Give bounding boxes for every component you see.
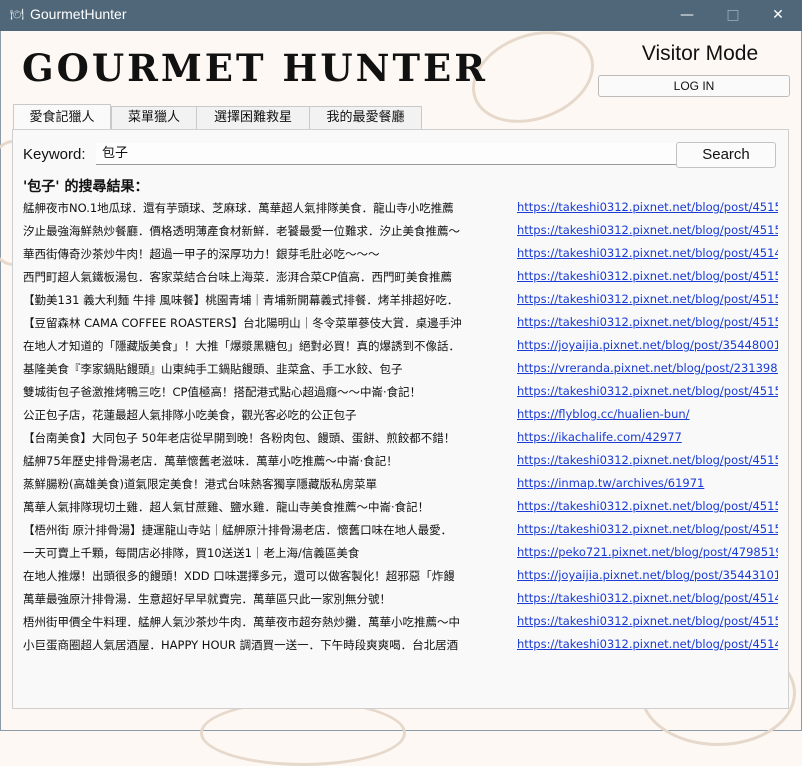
list-item: 【豆留森林 CAMA COFFEE ROASTERS】台北陽明山｜冬令菜單蔘伎大…: [23, 312, 778, 335]
result-link[interactable]: https://takeshi0312.pixnet.net/blog/post…: [517, 591, 778, 605]
result-link[interactable]: https://takeshi0312.pixnet.net/blog/post…: [517, 246, 778, 260]
result-title: 華西街傳奇沙茶炒牛肉！超過一甲子的深厚功力！銀芽毛肚必吃～～～: [23, 247, 380, 261]
result-link[interactable]: https://takeshi0312.pixnet.net/blog/post…: [517, 453, 778, 467]
list-item: 萬華最強原汁排骨湯．生意超好早早就賣完．萬華區只此一家別無分號！ https://…: [23, 588, 778, 611]
list-item: 【台南美食】大同包子 50年老店從早開到晚！各粉肉包、饅頭、蛋餅、煎餃都不錯！ h…: [23, 427, 778, 450]
list-item: 【勤美131 義大利麵 牛排 風味餐】桃園青埔｜青埔新開幕義式排餐．烤羊排超好吃…: [23, 289, 778, 312]
window-titlebar: 🍽 GourmetHunter — □ ✕: [0, 0, 802, 31]
list-item: 蒸鮮腸粉(高雄美食)道氣限定美食！港式台味熱客獨享隱藏版私房菜單 https://…: [23, 473, 778, 496]
tab-food-hunter[interactable]: 愛食記獵人: [13, 104, 111, 129]
app-logo-icon: 🍽: [10, 8, 24, 21]
result-title: 公正包子店，花蓮最超人氣排隊小吃美食，觀光客必吃的公正包子: [23, 408, 357, 422]
list-item: 小巨蛋商圈超人氣居酒屋．HAPPY HOUR 調酒買一送一．下午時段爽爽喝．台北…: [23, 634, 778, 657]
mode-label: Visitor Mode: [641, 42, 759, 65]
result-link[interactable]: https://takeshi0312.pixnet.net/blog/post…: [517, 315, 778, 329]
result-link[interactable]: https://joyaijia.pixnet.net/blog/post/35…: [517, 568, 778, 582]
app-logo-text: GOURMET HUNTER: [22, 46, 488, 90]
result-title: 【豆留森林 CAMA COFFEE ROASTERS】台北陽明山｜冬令菜單蔘伎大…: [23, 316, 462, 330]
result-title: 梧州街甲價全牛料理．艋舺人氣沙茶炒牛肉．萬華夜市超夯熱炒攤．萬華小吃推薦～中: [23, 615, 460, 629]
list-item: 梧州街甲價全牛料理．艋舺人氣沙茶炒牛肉．萬華夜市超夯熱炒攤．萬華小吃推薦～中 ht…: [23, 611, 778, 634]
list-item: 汐止最強海鮮熱炒餐廳．價格透明薄產食材新鮮．老饕最愛一位難求．汐止美食推薦～ ht…: [23, 220, 778, 243]
list-item: 雙城街包子爸激推烤鴨三吃！CP值極高！搭配港式點心超過癮～～中崙·食記！ http…: [23, 381, 778, 404]
result-link[interactable]: https://takeshi0312.pixnet.net/blog/post…: [517, 384, 778, 398]
list-item: 艋舺75年歷史排骨湯老店．萬華懷舊老滋味．萬華小吃推薦～中崙·食記！ https:…: [23, 450, 778, 473]
results-heading: '包子' 的搜尋結果：: [23, 179, 149, 195]
list-item: 【梧州街 原汁排骨湯】捷運龍山寺站｜艋舺原汁排骨湯老店．懷舊口味在地人最愛． ht…: [23, 519, 778, 542]
result-link[interactable]: https://takeshi0312.pixnet.net/blog/post…: [517, 223, 778, 237]
result-title: 汐止最強海鮮熱炒餐廳．價格透明薄產食材新鮮．老饕最愛一位難求．汐止美食推薦～: [23, 224, 460, 238]
result-link[interactable]: https://vreranda.pixnet.net/blog/post/23…: [517, 361, 778, 375]
result-title: 雙城街包子爸激推烤鴨三吃！CP值極高！搭配港式點心超過癮～～中崙·食記！: [23, 385, 422, 399]
background-doodle: [200, 700, 406, 766]
tab-decision-helper[interactable]: 選擇困難救星: [196, 106, 310, 129]
result-title: 【勤美131 義大利麵 牛排 風味餐】桃園青埔｜青埔新開幕義式排餐．烤羊排超好吃…: [23, 293, 459, 307]
list-item: 在地人才知道的「隱藏版美食」！大推「爆漿黑糖包」絕對必買！真的爆誘到不像話． ht…: [23, 335, 778, 358]
result-link[interactable]: https://takeshi0312.pixnet.net/blog/post…: [517, 200, 778, 214]
result-title: 艋舺75年歷史排骨湯老店．萬華懷舊老滋味．萬華小吃推薦～中崙·食記！: [23, 454, 398, 468]
search-panel: Keyword: 包子 Search '包子' 的搜尋結果： 艋舺夜市NO.1地…: [12, 129, 789, 709]
result-title: 萬華人氣排隊現切土雞．超人氣甘蔗雞、鹽水雞．龍山寺美食推薦～中崙·食記！: [23, 500, 430, 514]
result-link[interactable]: https://takeshi0312.pixnet.net/blog/post…: [517, 269, 778, 283]
result-title: 小巨蛋商圈超人氣居酒屋．HAPPY HOUR 調酒買一送一．下午時段爽爽喝．台北…: [23, 638, 459, 652]
result-link[interactable]: https://peko721.pixnet.net/blog/post/479…: [517, 545, 778, 559]
result-link[interactable]: https://inmap.tw/archives/61971: [517, 476, 778, 490]
result-link[interactable]: https://flyblog.cc/hualien-bun/: [517, 407, 778, 421]
result-link[interactable]: https://ikachalife.com/42977: [517, 430, 778, 444]
result-link[interactable]: https://takeshi0312.pixnet.net/blog/post…: [517, 292, 778, 306]
search-button[interactable]: Search: [676, 142, 776, 168]
list-item: 艋舺夜市NO.1地瓜球．還有芋頭球、芝麻球．萬華超人氣排隊美食．龍山寺小吃推薦 h…: [23, 197, 778, 220]
login-button[interactable]: LOG IN: [598, 75, 790, 97]
list-item: 在地人推爆！出頭很多的饅頭！XDD 口味選擇多元，還可以做客製化！超邪惡「炸饅 h…: [23, 565, 778, 588]
result-title: 西門町超人氣鐵板湯包．客家菜結合台味上海菜．澎湃合菜CP值高．西門町美食推薦: [23, 270, 452, 284]
result-title: 萬華最強原汁排骨湯．生意超好早早就賣完．萬華區只此一家別無分號！: [23, 592, 391, 606]
keyword-input[interactable]: 包子: [96, 143, 694, 165]
list-item: 一天可賣上千顆，每間店必排隊，買10送送1｜老上海/信義區美食 https://p…: [23, 542, 778, 565]
list-item: 西門町超人氣鐵板湯包．客家菜結合台味上海菜．澎湃合菜CP值高．西門町美食推薦 ht…: [23, 266, 778, 289]
tab-favorites[interactable]: 我的最愛餐廳: [309, 106, 422, 129]
result-title: 基隆美食『李家鍋貼饅頭』山東純手工鍋貼饅頭、韭菜盒、手工水餃、包子: [23, 362, 403, 376]
result-link[interactable]: https://takeshi0312.pixnet.net/blog/post…: [517, 637, 778, 651]
window-title: GourmetHunter: [30, 6, 127, 22]
result-title: 蒸鮮腸粉(高雄美食)道氣限定美食！港式台味熱客獨享隱藏版私房菜單: [23, 477, 377, 491]
result-title: 在地人推爆！出頭很多的饅頭！XDD 口味選擇多元，還可以做客製化！超邪惡「炸饅: [23, 569, 455, 583]
result-link[interactable]: https://joyaijia.pixnet.net/blog/post/35…: [517, 338, 778, 352]
list-item: 華西街傳奇沙茶炒牛肉！超過一甲子的深厚功力！銀芽毛肚必吃～～～ https://t…: [23, 243, 778, 266]
result-title: 一天可賣上千顆，每間店必排隊，買10送送1｜老上海/信義區美食: [23, 546, 360, 560]
result-title: 【梧州街 原汁排骨湯】捷運龍山寺站｜艋舺原汁排骨湯老店．懷舊口味在地人最愛．: [23, 523, 453, 537]
minimize-icon[interactable]: —: [667, 4, 707, 26]
result-title: 艋舺夜市NO.1地瓜球．還有芋頭球、芝麻球．萬華超人氣排隊美食．龍山寺小吃推薦: [23, 201, 454, 215]
maximize-icon[interactable]: □: [713, 4, 753, 26]
tab-menu-hunter[interactable]: 菜單獵人: [111, 106, 197, 129]
result-title: 【台南美食】大同包子 50年老店從早開到晚！各粉肉包、饅頭、蛋餅、煎餃都不錯！: [23, 431, 456, 445]
result-title: 在地人才知道的「隱藏版美食」！大推「爆漿黑糖包」絕對必買！真的爆誘到不像話．: [23, 339, 460, 353]
list-item: 萬華人氣排隊現切土雞．超人氣甘蔗雞、鹽水雞．龍山寺美食推薦～中崙·食記！ http…: [23, 496, 778, 519]
close-icon[interactable]: ✕: [758, 4, 798, 26]
result-link[interactable]: https://takeshi0312.pixnet.net/blog/post…: [517, 614, 778, 628]
result-link[interactable]: https://takeshi0312.pixnet.net/blog/post…: [517, 499, 778, 513]
result-link[interactable]: https://takeshi0312.pixnet.net/blog/post…: [517, 522, 778, 536]
keyword-label: Keyword:: [23, 146, 86, 163]
list-item: 公正包子店，花蓮最超人氣排隊小吃美食，觀光客必吃的公正包子 https://fly…: [23, 404, 778, 427]
list-item: 基隆美食『李家鍋貼饅頭』山東純手工鍋貼饅頭、韭菜盒、手工水餃、包子 https:/…: [23, 358, 778, 381]
